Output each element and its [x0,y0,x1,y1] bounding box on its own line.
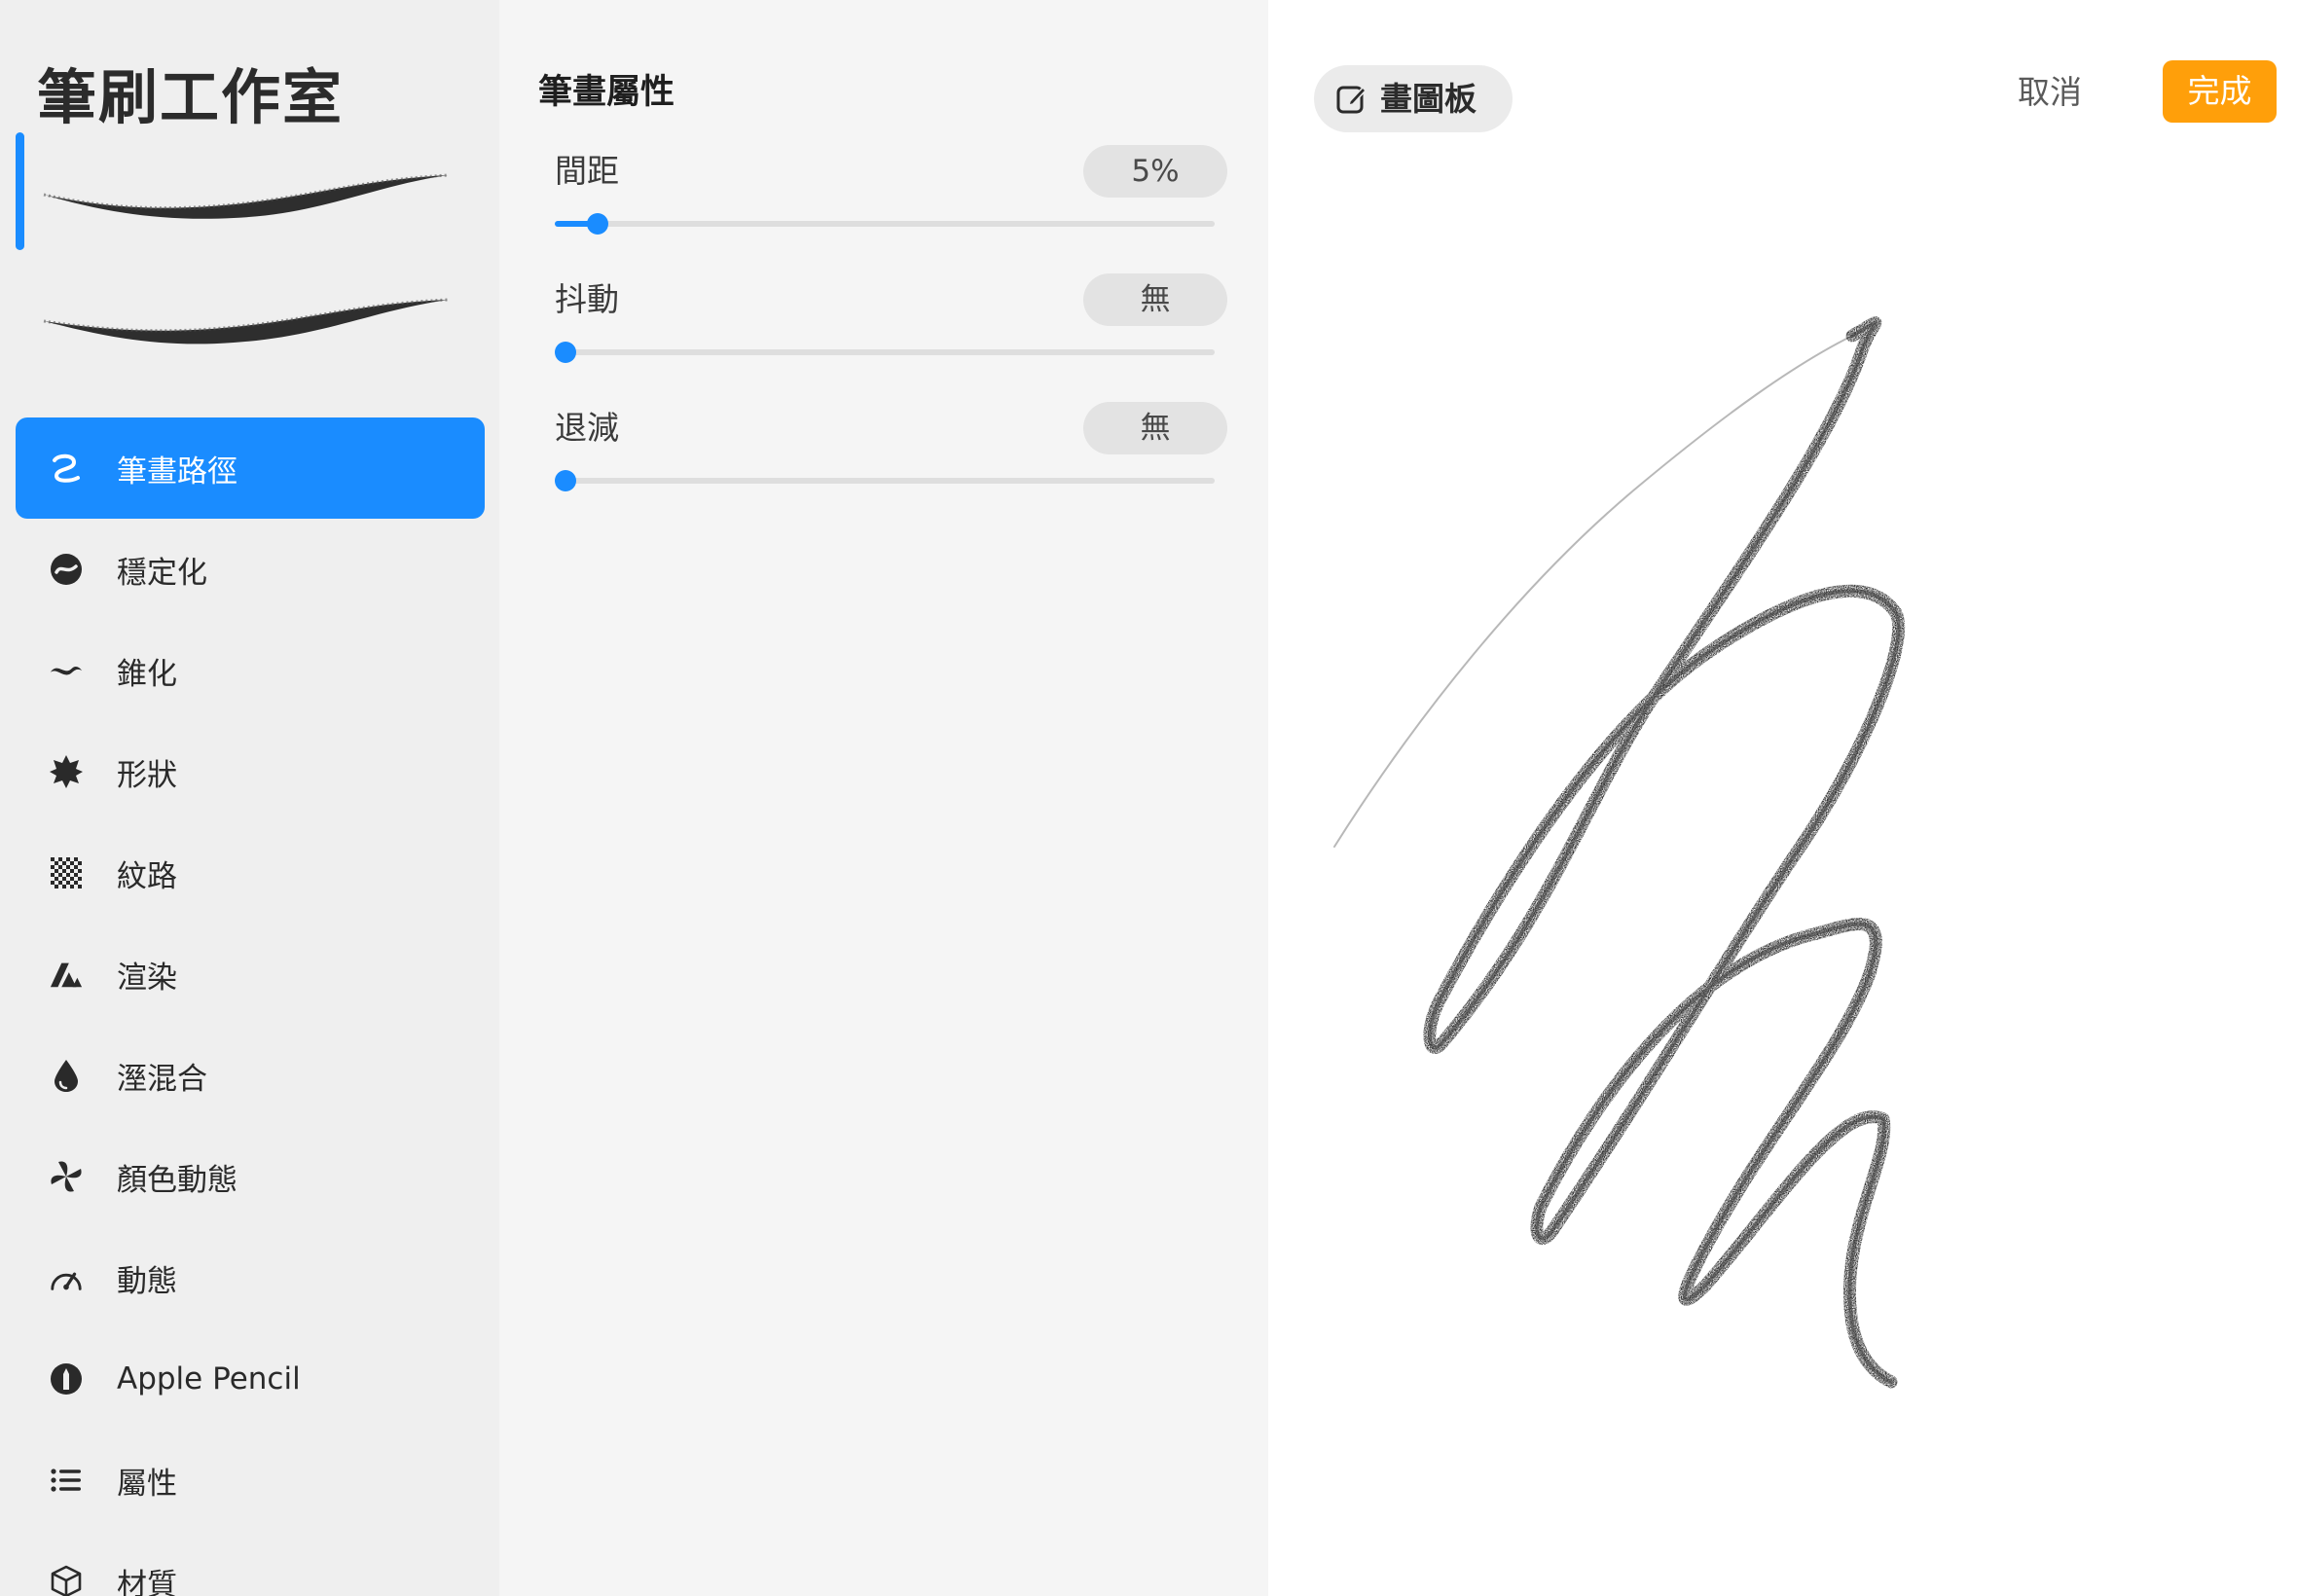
stroke-path-icon [49,451,84,486]
sidebar-item-stabilization[interactable]: 穩定化 [16,519,485,620]
taper-icon [49,653,84,688]
falloff-value-button[interactable]: 無 [1083,402,1227,454]
drawing-pad[interactable]: 畫圖板 取消 完成 [1268,0,2297,1596]
falloff-label: 退減 [555,409,619,447]
spacing-label: 間距 [555,152,619,190]
sidebar-item-taper[interactable]: 錐化 [16,620,485,721]
grain-icon [49,855,84,890]
sidebar-item-shape[interactable]: 形狀 [16,721,485,822]
sidebar-item-wet-mix[interactable]: 溼混合 [16,1025,485,1126]
falloff-row: 退減 無 [499,402,1268,528]
spacing-slider-thumb[interactable] [587,213,609,235]
jitter-row: 抖動 無 [499,273,1268,400]
sidebar-item-label: 渲染 [117,960,177,996]
sidebar-item-label: 形狀 [117,757,177,793]
sidebar-item-properties[interactable]: 屬性 [16,1430,485,1531]
sidebar-item-rendering[interactable]: 渲染 [16,924,485,1025]
brush-preview-pad[interactable] [39,272,467,370]
jitter-value-button[interactable]: 無 [1083,273,1227,326]
selected-preview-indicator [16,132,24,250]
sidebar: 筆刷工作室 筆畫路徑 穩定化 錐化 形狀 紋路 渲染 溼混合 顏色動態 動態 A… [0,0,499,1596]
jitter-slider[interactable] [555,342,1215,363]
page-title: 筆刷工作室 [37,63,345,132]
drawing-pad-button[interactable]: 畫圖板 [1314,65,1513,132]
spacing-slider[interactable] [555,213,1215,235]
rendering-icon [49,957,84,992]
jitter-label: 抖動 [555,280,619,318]
sidebar-item-apple-pencil[interactable]: Apple Pencil [16,1328,485,1430]
sidebar-item-grain[interactable]: 紋路 [16,822,485,924]
cancel-button[interactable]: 取消 [2018,64,2082,121]
edit-icon [1336,86,1367,114]
brush-stroke-preview [1333,316,1906,1389]
brush-preview-stroke[interactable] [39,146,467,243]
sidebar-item-label: 屬性 [117,1466,177,1502]
shape-icon [49,754,84,789]
sidebar-item-label: 筆畫路徑 [117,453,237,490]
sidebar-item-label: 穩定化 [117,555,207,591]
sidebar-item-label: 材質 [117,1567,177,1596]
sidebar-item-label: 紋路 [117,858,177,894]
sidebar-item-stroke-path[interactable]: 筆畫路徑 [16,417,485,519]
stroke-properties-panel: 筆畫屬性 間距 5% 抖動 無 退減 無 [499,0,1268,1596]
sidebar-item-label: Apple Pencil [117,1361,301,1396]
drawing-pad-label: 畫圖板 [1380,80,1477,118]
sidebar-item-label: 顏色動態 [117,1162,237,1198]
sidebar-item-label: 溼混合 [117,1061,207,1097]
apple-pencil-icon [49,1361,84,1396]
properties-list-icon [49,1463,84,1498]
falloff-slider-thumb[interactable] [555,470,576,491]
sidebar-nav: 筆畫路徑 穩定化 錐化 形狀 紋路 渲染 溼混合 顏色動態 動態 Apple P… [16,417,485,1596]
spacing-value-button[interactable]: 5% [1083,145,1227,198]
jitter-slider-thumb[interactable] [555,342,576,363]
sidebar-item-dynamics[interactable]: 動態 [16,1227,485,1328]
brush-studio-window: 筆刷工作室 筆畫路徑 穩定化 錐化 形狀 紋路 渲染 溼混合 顏色動態 動態 A… [0,0,2297,1596]
stabilization-icon [49,552,84,587]
spacing-row: 間距 5% [499,145,1268,272]
materials-cube-icon [49,1564,84,1596]
sidebar-item-label: 動態 [117,1263,177,1299]
dynamics-icon [49,1260,84,1295]
done-button[interactable]: 完成 [2163,60,2277,123]
falloff-slider[interactable] [555,470,1215,491]
color-dynamics-icon [49,1159,84,1194]
sidebar-item-materials[interactable]: 材質 [16,1531,485,1596]
section-title: 筆畫屬性 [538,73,675,112]
sidebar-item-color-dynamics[interactable]: 顏色動態 [16,1126,485,1227]
wet-mix-icon [49,1058,84,1093]
sidebar-item-label: 錐化 [117,656,177,692]
